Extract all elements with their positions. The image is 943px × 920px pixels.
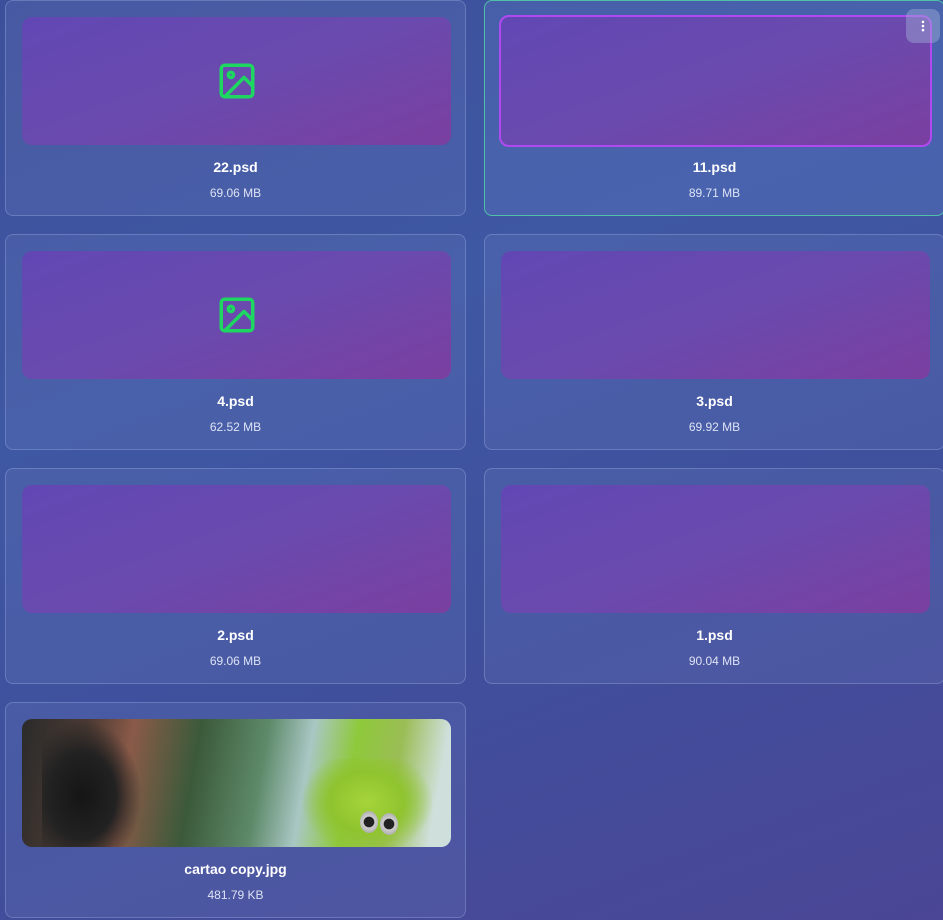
photo-thumbnail [22, 719, 451, 847]
file-size: 90.04 MB [688, 654, 741, 668]
file-name: 3.psd [696, 393, 733, 409]
file-thumbnail [22, 17, 451, 145]
file-name: 1.psd [696, 627, 733, 643]
file-card[interactable]: 3.psd 69.92 MB [484, 234, 943, 450]
more-options-button[interactable] [906, 9, 940, 43]
image-icon [219, 297, 254, 333]
file-size: 62.52 MB [209, 420, 262, 434]
file-name: 22.psd [213, 159, 258, 175]
file-card[interactable]: cartao copy.jpg 481.79 KB [5, 702, 466, 918]
more-vertical-icon [921, 20, 925, 32]
file-thumbnail [501, 251, 930, 379]
photo-detail [302, 759, 432, 847]
file-size: 69.06 MB [209, 186, 262, 200]
file-size: 69.06 MB [209, 654, 262, 668]
file-name: 11.psd [692, 159, 737, 175]
file-card[interactable]: 2.psd 69.06 MB [5, 468, 466, 684]
file-thumbnail [499, 15, 932, 147]
file-thumbnail [22, 251, 451, 379]
file-name: 4.psd [217, 393, 254, 409]
file-card[interactable]: 4.psd 62.52 MB [5, 234, 466, 450]
file-thumbnail [501, 485, 930, 613]
file-size: 481.79 KB [207, 888, 264, 902]
file-card[interactable]: 1.psd 90.04 MB [484, 468, 943, 684]
file-thumbnail [22, 485, 451, 613]
photo-detail [42, 719, 142, 847]
photo-detail [380, 813, 398, 835]
image-icon [219, 63, 254, 99]
file-name: 2.psd [217, 627, 254, 643]
file-size: 69.92 MB [688, 420, 741, 434]
file-card[interactable]: 22.psd 69.06 MB [5, 0, 466, 216]
file-size: 89.71 MB [688, 186, 741, 200]
file-card-selected[interactable]: 11.psd 89.71 MB [484, 0, 943, 216]
file-name: cartao copy.jpg [184, 861, 287, 877]
photo-detail [360, 811, 378, 833]
